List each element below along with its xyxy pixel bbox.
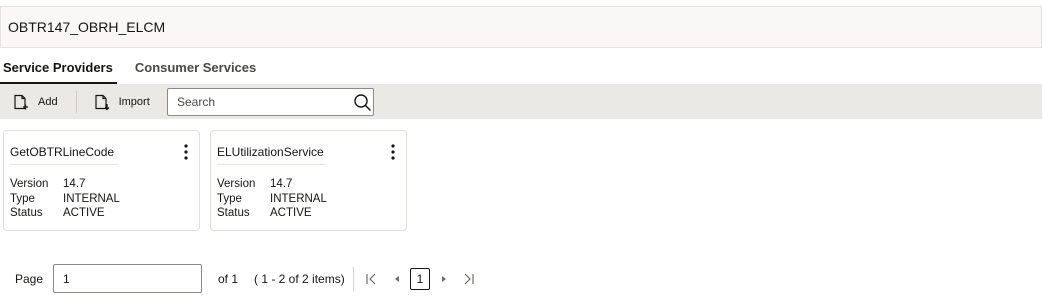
- app-root: OBTR147_OBRH_ELCM Service Providers Cons…: [0, 0, 1044, 304]
- search-box: [167, 88, 374, 116]
- prop-value: INTERNAL: [270, 192, 327, 205]
- card-title[interactable]: GetOBTRLineCode: [10, 145, 118, 165]
- status-row: Status ACTIVE: [10, 206, 120, 221]
- prop-key: Status: [10, 207, 43, 219]
- pagination-divider: [353, 267, 354, 291]
- import-label: Import: [118, 95, 150, 108]
- tab-bar: Service Providers Consumer Services: [0, 56, 256, 84]
- prop-key: Type: [10, 192, 35, 205]
- page-count-label: of 1: [218, 272, 239, 286]
- prop-key: Version: [217, 178, 256, 190]
- card-title[interactable]: ELUtilizationService: [217, 145, 325, 165]
- toolbar-divider: [75, 90, 77, 113]
- page-label: Page: [15, 272, 44, 286]
- page-title: OBTR147_OBRH_ELCM: [8, 19, 166, 35]
- import-button[interactable]: Import: [93, 84, 150, 119]
- prop-key: Type: [217, 192, 242, 205]
- version-row: Version 14.7: [10, 177, 120, 192]
- version-row: Version 14.7: [217, 177, 327, 192]
- import-file-icon: [94, 94, 110, 110]
- prop-value: ACTIVE: [270, 207, 312, 219]
- add-label: Add: [38, 95, 58, 108]
- add-button[interactable]: Add: [12, 84, 58, 119]
- search-input[interactable]: [168, 90, 348, 114]
- toolbar: Add Import: [0, 84, 1042, 119]
- search-icon[interactable]: [353, 93, 372, 112]
- type-row: Type INTERNAL: [217, 192, 327, 207]
- more-options-icon[interactable]: [183, 144, 189, 160]
- card-properties: Version 14.7 Type INTERNAL Status ACTIVE: [217, 177, 327, 221]
- first-page-icon[interactable]: [364, 272, 378, 286]
- page-number-input[interactable]: [53, 264, 202, 293]
- prop-key: Status: [217, 207, 250, 219]
- prop-key: Version: [10, 178, 49, 190]
- tab-service-providers[interactable]: Service Providers: [0, 56, 117, 84]
- prop-value: 14.7: [270, 178, 293, 190]
- prop-value: ACTIVE: [63, 207, 105, 219]
- item-range-label: ( 1 - 2 of 2 items): [254, 272, 345, 286]
- status-row: Status ACTIVE: [217, 206, 327, 221]
- next-page-icon[interactable]: [437, 272, 451, 286]
- service-card[interactable]: ELUtilizationService Version 14.7 Type I…: [210, 130, 407, 231]
- previous-page-icon[interactable]: [390, 272, 404, 286]
- page-header: OBTR147_OBRH_ELCM: [0, 6, 1042, 48]
- pagination: Page of 1 ( 1 - 2 of 2 items) 1: [0, 264, 1044, 294]
- current-page-button[interactable]: 1: [410, 268, 430, 290]
- add-file-icon: [14, 94, 28, 109]
- prop-value: 14.7: [63, 178, 86, 190]
- last-page-icon[interactable]: [462, 272, 476, 286]
- card-properties: Version 14.7 Type INTERNAL Status ACTIVE: [10, 177, 120, 221]
- more-options-icon[interactable]: [390, 144, 396, 160]
- tab-consumer-services[interactable]: Consumer Services: [135, 56, 256, 84]
- service-card[interactable]: GetOBTRLineCode Version 14.7 Type INTERN…: [3, 130, 200, 231]
- prop-value: INTERNAL: [63, 192, 120, 205]
- type-row: Type INTERNAL: [10, 192, 120, 207]
